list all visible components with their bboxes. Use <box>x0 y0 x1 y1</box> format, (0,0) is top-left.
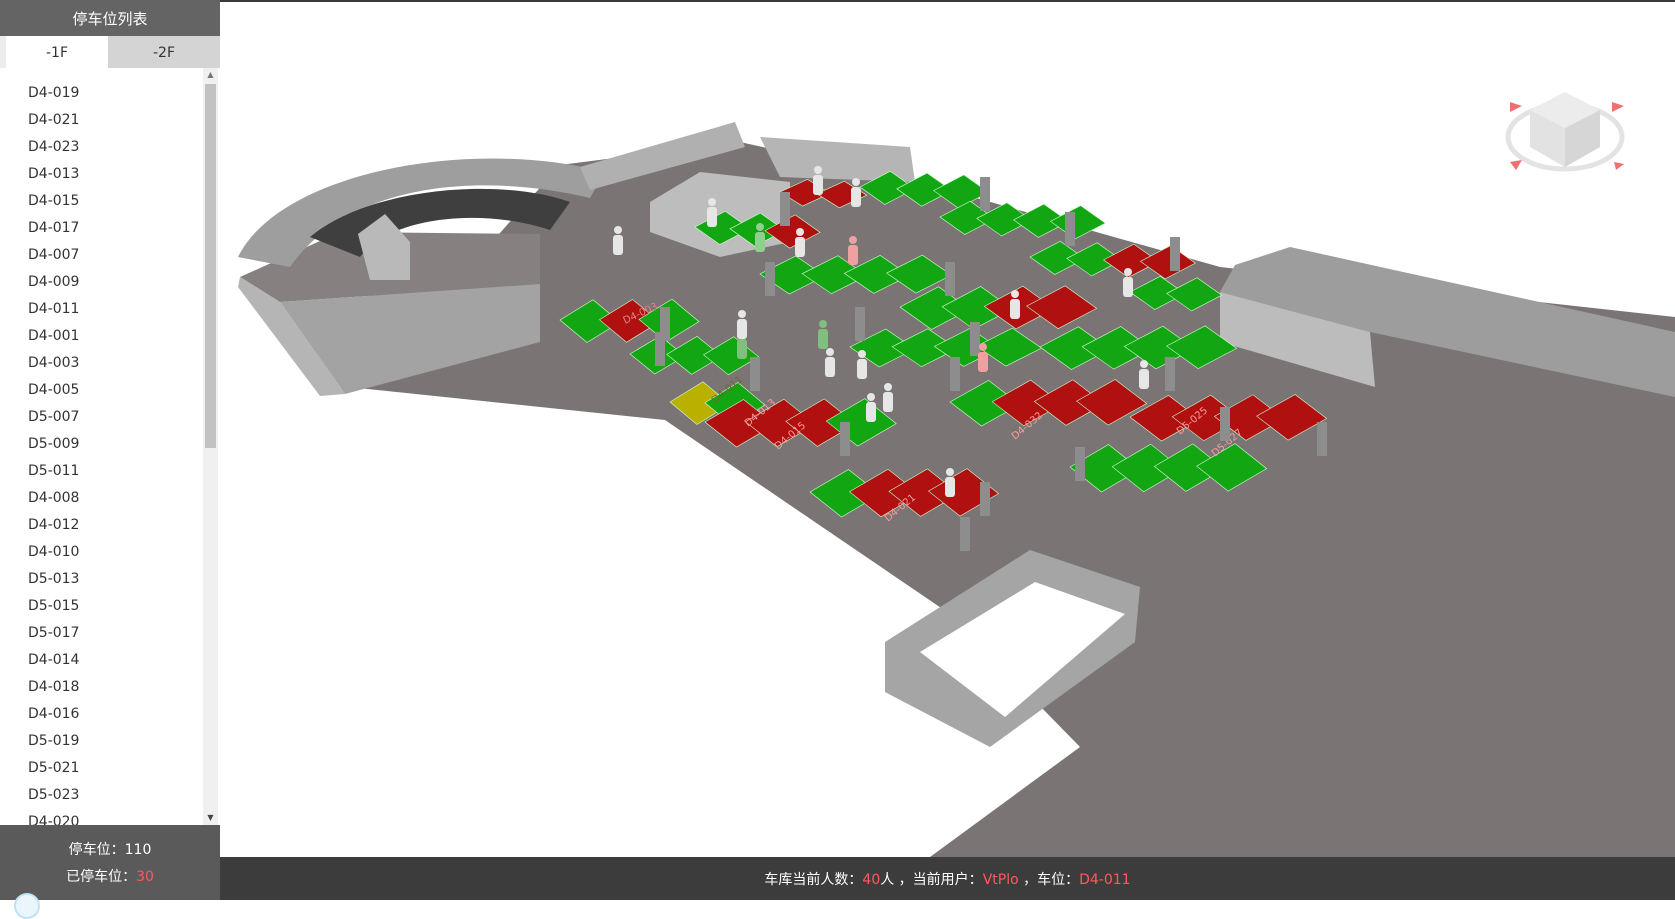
tab-floor-1f[interactable]: -1F <box>6 36 108 68</box>
slot-list-item[interactable]: D4-016 <box>28 701 220 728</box>
pillar <box>780 192 790 226</box>
pillar <box>950 357 960 391</box>
slot-list-panel[interactable]: D4-019 D4-021 D4-023 D4-013 D4-015 D4-017 D4-0… <box>0 68 220 825</box>
current-slot-label: ，车位： <box>1018 872 1080 888</box>
garage-scene[interactable]: D4-003 D4-011 D4-013 D4-015 D4-021 D4-03… <box>220 2 1675 857</box>
pillar <box>855 307 865 341</box>
slot-list-item[interactable]: D4-001 <box>28 323 220 350</box>
person-icon[interactable] <box>866 393 876 422</box>
person-icon[interactable] <box>813 166 823 195</box>
total-slots-label: 停车位： <box>68 842 125 858</box>
person-icon[interactable] <box>818 320 828 349</box>
garage-floor <box>348 142 1675 857</box>
pillar <box>655 332 665 366</box>
person-icon[interactable] <box>795 228 805 257</box>
slot-list-item[interactable]: D4-018 <box>28 674 220 701</box>
person-icon[interactable] <box>1123 268 1133 297</box>
person-icon[interactable] <box>851 178 861 207</box>
people-count-value: 40 <box>862 872 881 888</box>
slot-list-item[interactable]: D5-019 <box>28 728 220 755</box>
slot-list-item[interactable]: D4-011 <box>28 296 220 323</box>
status-bar: 车库当前人数：40人 ，当前用户：VtPlo ，车位：D4-011 <box>220 857 1675 900</box>
pillar <box>750 357 760 391</box>
person-icon[interactable] <box>883 383 893 412</box>
pillar <box>980 177 990 211</box>
scroll-thumb[interactable] <box>205 84 216 448</box>
parking-summary: 停车位：110 已停车位：30 <box>0 825 220 900</box>
slot-list-item[interactable]: D4-015 <box>28 188 220 215</box>
view-cube-icon[interactable] <box>1505 92 1625 172</box>
occupied-slots-row: 已停车位：30 <box>0 864 220 891</box>
person-icon[interactable] <box>1010 290 1020 319</box>
slot-list-item[interactable]: D4-007 <box>28 242 220 269</box>
pillar <box>970 322 980 356</box>
slot-list-item[interactable]: D5-023 <box>28 782 220 809</box>
slot-list: D4-019 D4-021 D4-023 D4-013 D4-015 D4-017 D4-0… <box>0 68 220 825</box>
logo-icon <box>14 893 40 919</box>
slot-list-item[interactable]: D4-019 <box>28 80 220 107</box>
occupied-slots-value: 30 <box>136 869 154 885</box>
slot-list-item[interactable]: D4-010 <box>28 539 220 566</box>
person-icon[interactable] <box>848 236 858 265</box>
pillar <box>1220 407 1230 441</box>
tab-floor-2f[interactable]: -2F <box>108 36 220 68</box>
slot-list-item[interactable]: D5-021 <box>28 755 220 782</box>
occupied-slots-label: 已停车位： <box>66 869 137 885</box>
pillar <box>1317 422 1327 456</box>
person-icon[interactable] <box>1139 360 1149 389</box>
pillar <box>1165 357 1175 391</box>
scroll-down-arrow-icon[interactable]: ▼ <box>203 811 218 825</box>
sidebar: 停车位列表 -1F -2F D4-019 D4-021 D4-023 D4-013 D4… <box>0 0 220 919</box>
floor-tabs: -1F -2F <box>0 36 220 68</box>
pillar <box>1170 237 1180 271</box>
slot-list-item[interactable]: D4-013 <box>28 161 220 188</box>
people-count-label: 车库当前人数： <box>764 872 863 888</box>
slot-list-scrollbar[interactable]: ▲ ▼ <box>203 68 218 825</box>
total-slots-row: 停车位：110 <box>0 837 220 864</box>
slot-list-item[interactable]: D4-005 <box>28 377 220 404</box>
slot-list-item[interactable]: D4-003 <box>28 350 220 377</box>
pillar <box>960 517 970 551</box>
current-user-value: VtPlo <box>982 872 1019 888</box>
slot-list-item[interactable]: D5-013 <box>28 566 220 593</box>
slot-list-item[interactable]: D4-008 <box>28 485 220 512</box>
person-icon[interactable] <box>737 310 747 339</box>
slot-list-item[interactable]: D4-023 <box>28 134 220 161</box>
person-icon[interactable] <box>857 350 867 379</box>
person-icon[interactable] <box>945 468 955 497</box>
person-icon[interactable] <box>825 348 835 377</box>
garage-3d-view[interactable]: D4-003 D4-011 D4-013 D4-015 D4-021 D4-03… <box>220 2 1675 857</box>
pillar <box>980 482 990 516</box>
pillar <box>1065 212 1075 246</box>
slot-list-item[interactable]: D4-012 <box>28 512 220 539</box>
current-slot-value: D4-011 <box>1079 872 1131 888</box>
current-user-label: ，当前用户： <box>894 872 983 888</box>
person-icon[interactable] <box>707 198 717 227</box>
slot-list-item[interactable]: D5-017 <box>28 620 220 647</box>
slot-list-item[interactable]: D4-014 <box>28 647 220 674</box>
scroll-up-arrow-icon[interactable]: ▲ <box>203 68 218 82</box>
person-icon[interactable] <box>613 226 623 255</box>
slot-list-item[interactable]: D4-017 <box>28 215 220 242</box>
people-count-unit: 人 <box>880 872 895 888</box>
pillar <box>945 262 955 296</box>
pillar <box>1075 447 1085 481</box>
slot-list-item[interactable]: D5-015 <box>28 593 220 620</box>
sidebar-title: 停车位列表 <box>0 0 220 36</box>
slot-list-item[interactable]: D5-011 <box>28 458 220 485</box>
slot-list-item[interactable]: D5-007 <box>28 404 220 431</box>
slot-list-item[interactable]: D4-021 <box>28 107 220 134</box>
slot-list-item[interactable]: D4-009 <box>28 269 220 296</box>
person-icon[interactable] <box>978 343 988 372</box>
slot-list-item[interactable]: D5-009 <box>28 431 220 458</box>
pillar <box>840 422 850 456</box>
person-icon[interactable] <box>755 223 765 252</box>
pillar <box>765 262 775 296</box>
total-slots-value: 110 <box>124 842 152 858</box>
slot-list-item[interactable]: D4-020 <box>28 809 220 825</box>
